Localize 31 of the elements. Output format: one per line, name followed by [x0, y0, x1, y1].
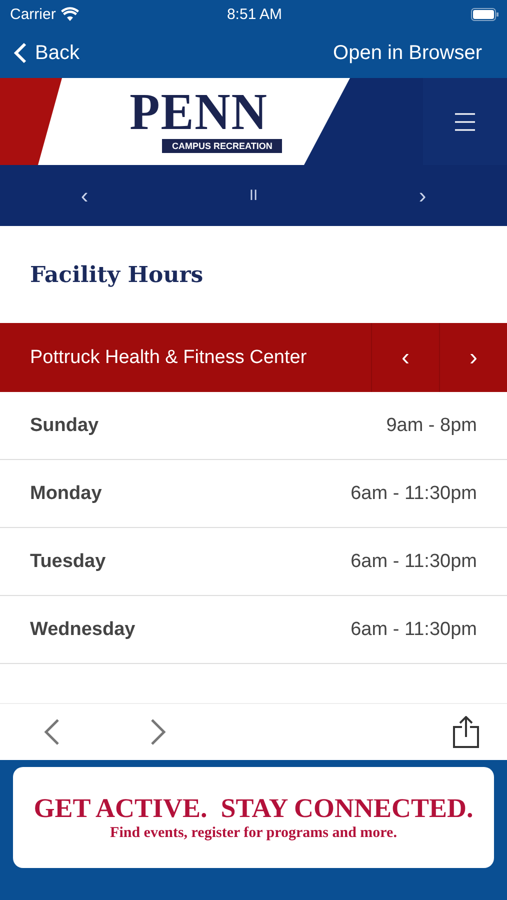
hours-value: 6am - 11:30pm [350, 482, 477, 504]
promo-banner[interactable]: GET ACTIVE. STAY CONNECTED. Find events, register for programs and more. [13, 767, 494, 868]
day-label: Sunday [30, 414, 99, 436]
promo-headline: GET ACTIVE. STAY CONNECTED. [34, 793, 474, 824]
back-arrow-button[interactable] [44, 718, 60, 746]
wifi-icon [60, 7, 79, 21]
logo-wordmark: PENN [130, 87, 268, 139]
forward-arrow-button[interactable] [150, 718, 166, 746]
day-label: Monday [30, 482, 102, 504]
carrier-label: Carrier [10, 6, 56, 22]
pause-button[interactable]: II [169, 165, 338, 226]
hours-value: 9am - 8pm [386, 414, 477, 436]
next-slide-button[interactable]: › [338, 165, 507, 226]
previous-facility-button[interactable]: ‹ [371, 323, 439, 392]
back-button[interactable]: Back [14, 42, 80, 64]
clock-time: 8:51 AM [226, 6, 282, 22]
battery-icon [470, 8, 499, 20]
previous-slide-button[interactable]: ‹ [0, 165, 169, 226]
menu-icon [455, 112, 475, 132]
hours-value: 6am - 11:30pm [350, 618, 477, 640]
page-title: Facility Hours [29, 260, 204, 290]
next-facility-button[interactable]: › [439, 323, 507, 392]
chevron-left-icon [14, 42, 27, 64]
logo-tagline: CAMPUS RECREATION [162, 139, 282, 153]
promo-subline: Find events, register for programs and more. [110, 825, 397, 842]
share-icon[interactable] [453, 716, 479, 748]
day-label: Tuesday [30, 550, 106, 572]
day-label: Wednesday [30, 618, 136, 640]
facility-name: Pottruck Health & Fitness Center [29, 346, 308, 368]
open-in-browser-link[interactable]: Open in Browser [333, 42, 482, 64]
hours-value: 6am - 11:30pm [350, 550, 477, 572]
